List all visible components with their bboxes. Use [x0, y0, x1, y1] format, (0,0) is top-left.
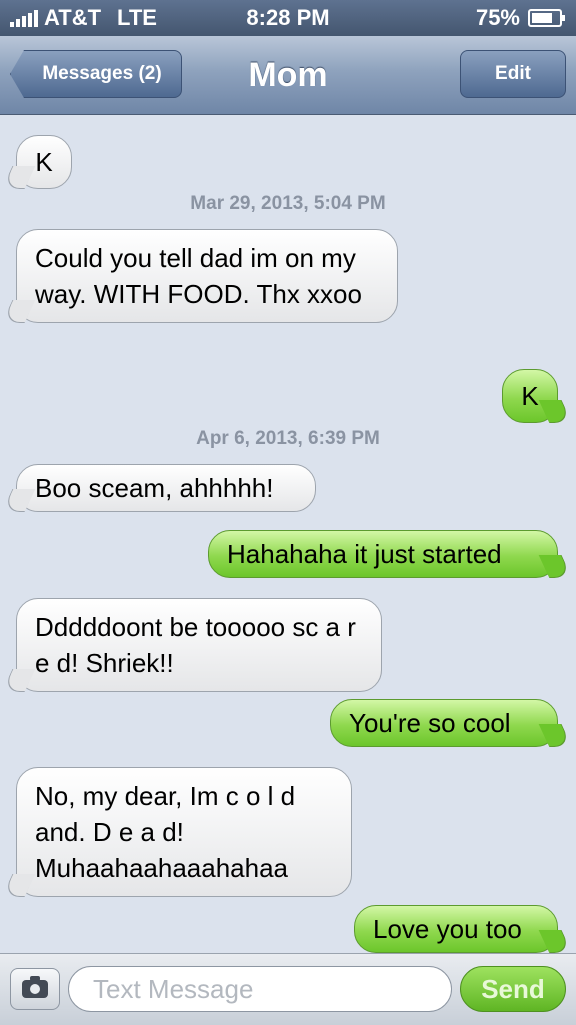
- timestamp: Apr 6, 2013, 6:39 PM: [196, 428, 380, 449]
- battery-group: 75%: [475, 5, 565, 31]
- battery-fill: [532, 13, 552, 23]
- camera-button[interactable]: [10, 968, 60, 1010]
- conversation-thread[interactable]: K Mar 29, 2013, 5:04 PM Could you tell d…: [0, 115, 576, 953]
- edit-button[interactable]: Edit: [460, 50, 566, 98]
- message-bubble-received[interactable]: No, my dear, Im c o l d and. D e a d! Mu…: [16, 767, 352, 897]
- message-bubble-sent[interactable]: K: [502, 369, 558, 423]
- message-bubble-sent[interactable]: Hahahaha it just started: [208, 530, 558, 578]
- message-bubble-sent[interactable]: You're so cool: [330, 699, 558, 747]
- message-input[interactable]: Text Message: [68, 966, 452, 1012]
- battery-percent: 75%: [475, 5, 520, 30]
- message-bubble-received[interactable]: Boo sceam, ahhhhh!: [16, 464, 316, 512]
- message-bubble-received[interactable]: Could you tell dad im on my way. WITH FO…: [16, 229, 398, 323]
- message-bubble-received[interactable]: K: [16, 135, 72, 189]
- compose-bar: Text Message Send: [0, 953, 576, 1025]
- camera-icon: [22, 976, 48, 998]
- status-bar: AT&T LTE 8:28 PM 75%: [0, 0, 576, 36]
- message-bubble-sent[interactable]: Love you too: [354, 905, 558, 953]
- navigation-bar: Messages (2) Mom Edit: [0, 36, 576, 115]
- battery-icon: [528, 9, 565, 27]
- send-button[interactable]: Send: [460, 966, 566, 1012]
- message-bubble-received[interactable]: Dddddoont be tooooo sc a r e d! Shriek!!: [16, 598, 382, 692]
- timestamp: Mar 29, 2013, 5:04 PM: [190, 193, 386, 214]
